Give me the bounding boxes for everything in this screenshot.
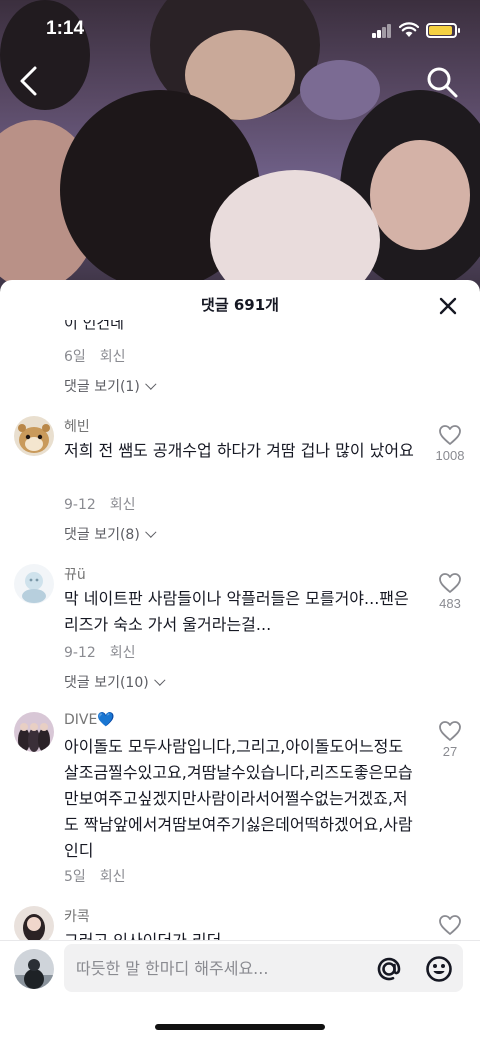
comment-list[interactable]: 이 인건데 6일 회신 댓글 보기(1) 헤빈 저희 전 쌤도 공개수업 하다가 …: [0, 320, 480, 940]
comment-meta: 9-12 회신: [64, 494, 136, 514]
user-avatar[interactable]: [14, 949, 54, 989]
like-count: 483: [439, 596, 461, 611]
view-replies-button[interactable]: 댓글 보기(10): [64, 672, 166, 692]
comment-meta: 5일 회신: [64, 866, 126, 886]
comment-date: 6일: [64, 349, 86, 365]
like-count: 27: [442, 744, 458, 759]
avatar-image: [14, 949, 54, 989]
comment-username[interactable]: 카콕: [64, 906, 90, 926]
like-button[interactable]: 1008: [428, 424, 472, 463]
comment-username[interactable]: 뀨ü: [64, 564, 86, 584]
comment-text-truncated: 이 인건데: [64, 320, 124, 332]
comment-date: 9-12: [64, 645, 96, 661]
avatar[interactable]: [14, 416, 54, 456]
status-time: 1:14: [46, 18, 85, 39]
comment-username[interactable]: 헤빈: [64, 416, 90, 436]
signal-icon: [372, 24, 392, 38]
like-button[interactable]: [428, 914, 472, 936]
avatar-image: [14, 564, 54, 604]
status-bar: 1:14: [0, 0, 480, 56]
comment-text: 아이돌도 모두사람입니다,그리고,아이돌도어느정도살조금찔수있고요,겨땀날수있습…: [64, 737, 413, 860]
avatar-image: [14, 906, 54, 940]
chevron-down-icon: [144, 526, 157, 538]
back-arrow-icon[interactable]: [14, 64, 46, 98]
heart-icon: [439, 425, 461, 445]
view-replies-label: 댓글 보기(1): [64, 379, 140, 395]
avatar[interactable]: [14, 906, 54, 940]
comment-meta: 9-12 회신: [64, 642, 136, 662]
chevron-down-icon: [144, 378, 157, 390]
comment-text: 그러고 인사이더가 리더: [64, 928, 416, 940]
view-replies-label: 댓글 보기(8): [64, 527, 140, 543]
battery-icon: [426, 23, 460, 38]
mention-at-icon[interactable]: [374, 954, 404, 984]
comment-input-box[interactable]: [64, 944, 463, 992]
comment-meta: 6일 회신: [64, 346, 126, 366]
emoji-icon[interactable]: [424, 954, 454, 984]
comment-username[interactable]: DIVE💙: [64, 712, 115, 728]
view-replies-button[interactable]: 댓글 보기(1): [64, 376, 157, 396]
like-button[interactable]: 483: [428, 572, 472, 611]
comment-input-bar: [0, 940, 480, 1039]
comment-text: 막 네이트판 사람들이나 악플러들은 모를거야...팬은 리즈가 숙소 가서 울…: [64, 589, 409, 634]
group-photo-avatar: [14, 712, 54, 752]
chevron-down-icon: [153, 674, 166, 686]
close-icon[interactable]: [436, 294, 460, 318]
avatar[interactable]: [14, 564, 54, 604]
home-indicator[interactable]: [155, 1024, 325, 1030]
like-count: 1008: [435, 448, 465, 463]
view-replies-button[interactable]: 댓글 보기(8): [64, 524, 157, 544]
heart-icon: [439, 573, 461, 593]
comment-date: 5일: [64, 869, 86, 885]
comment-input[interactable]: [76, 944, 366, 992]
video-figure: [370, 140, 470, 250]
wifi-icon: [399, 22, 419, 37]
comment-date: 9-12: [64, 497, 96, 513]
video-player[interactable]: 1:14: [0, 0, 480, 290]
search-icon[interactable]: [424, 64, 460, 100]
reply-button[interactable]: 회신: [110, 645, 136, 661]
avatar[interactable]: [14, 712, 54, 752]
view-replies-label: 댓글 보기(10): [64, 675, 149, 691]
like-button[interactable]: 27: [428, 720, 472, 759]
hamster-avatar-icon: [14, 416, 54, 456]
comment-text: 저희 전 쌤도 공개수업 하다가 겨땀 겁나 많이 났어요: [64, 441, 414, 460]
reply-button[interactable]: 회신: [110, 497, 136, 513]
heart-icon: [439, 915, 461, 935]
sheet-title: 댓글 691개: [201, 296, 279, 314]
video-figure: [300, 60, 380, 120]
reply-button[interactable]: 회신: [100, 869, 126, 885]
reply-button[interactable]: 회신: [100, 349, 126, 365]
heart-icon: [439, 721, 461, 741]
comment-sheet: 댓글 691개 이 인건데 6일 회신 댓글 보기(1) 헤빈 저희 전 쌤도 공…: [0, 280, 480, 1039]
